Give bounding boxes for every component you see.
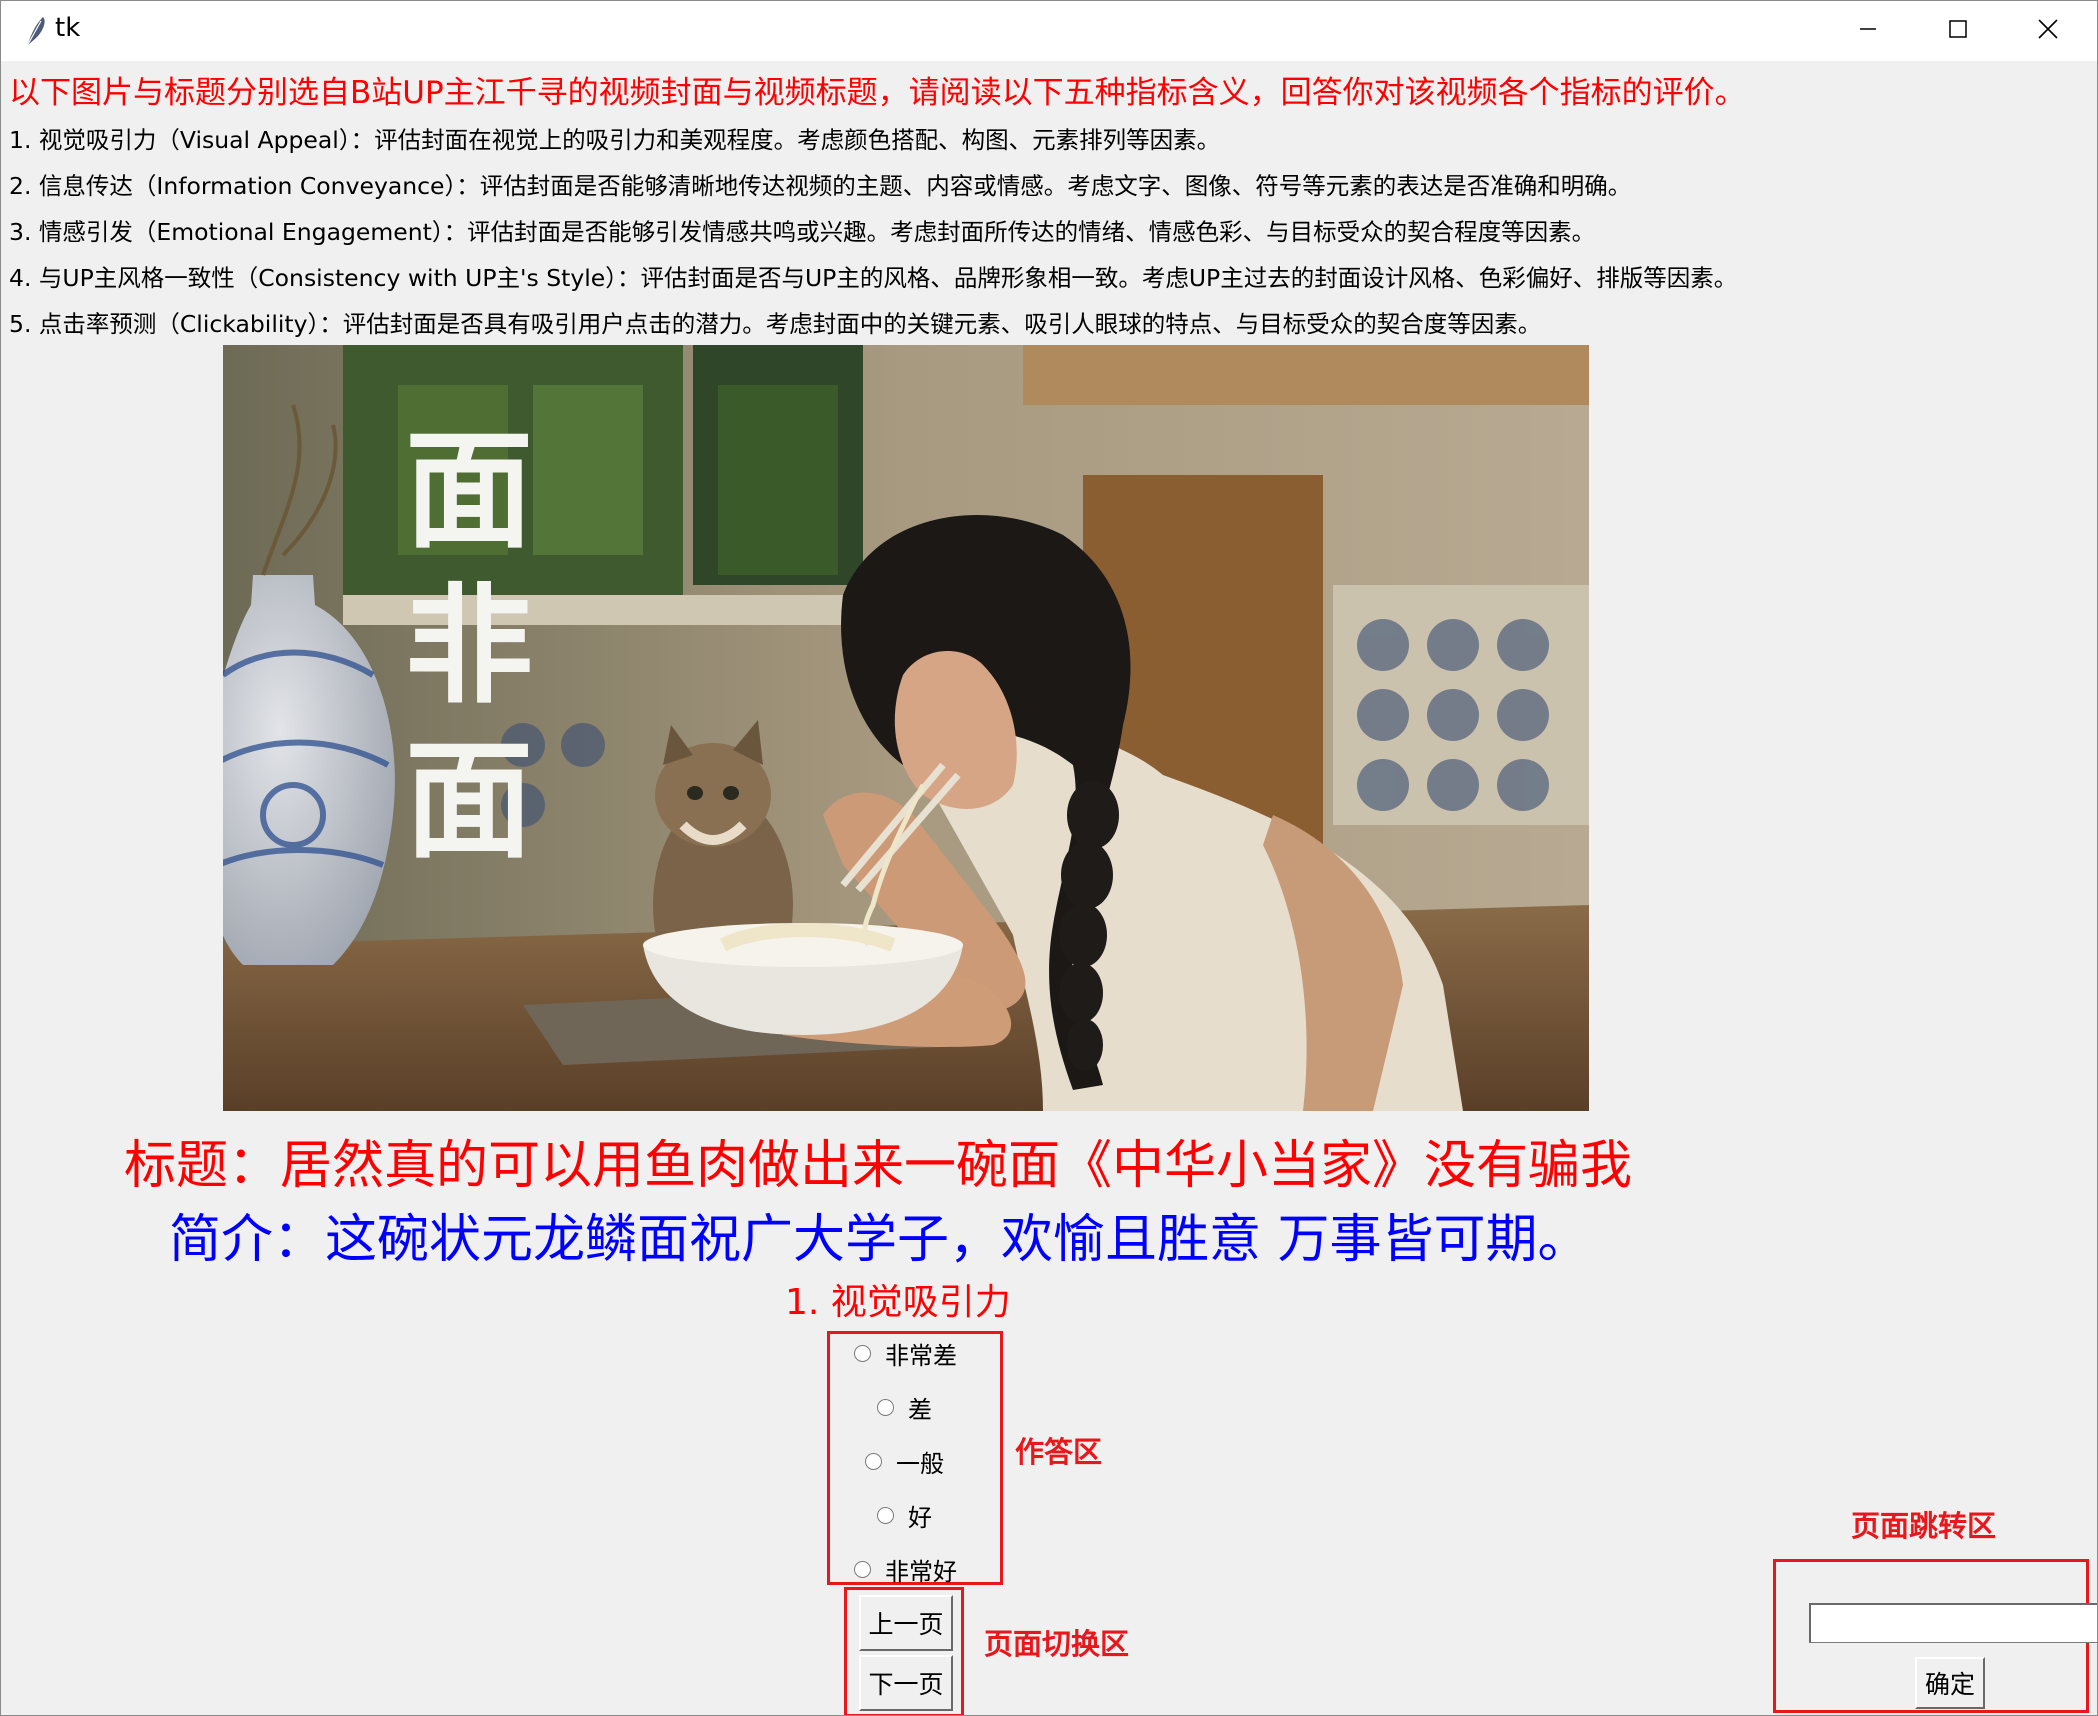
option-good[interactable]: 好 xyxy=(877,1498,932,1533)
option-label: 一般 xyxy=(896,1450,944,1478)
criterion-emotional-engagement: 3. 情感引发（Emotional Engagement）：评估封面是否能够引发… xyxy=(9,218,1596,246)
radio-button[interactable] xyxy=(854,1561,871,1578)
question-label: 1. 视觉吸引力 xyxy=(785,1282,1011,1323)
close-icon xyxy=(2037,18,2059,44)
option-label: 非常差 xyxy=(885,1342,957,1370)
criterion-visual-appeal: 1. 视觉吸引力（Visual Appeal）：评估封面在视觉上的吸引力和美观程… xyxy=(9,126,1221,154)
video-title: 标题：居然真的可以用鱼肉做出来一碗面《中华小当家》没有骗我 xyxy=(124,1136,1633,1196)
option-label: 好 xyxy=(908,1504,932,1532)
video-cover-image: 面 非 面 xyxy=(223,345,1589,1111)
app-window: tk 以下图片与标题分别选自B站UP主江千寻的视频封面与视频标题，请阅读以下五种… xyxy=(0,0,2098,1716)
option-label: 非常好 xyxy=(885,1558,957,1586)
cover-char: 面 xyxy=(405,416,533,566)
option-average[interactable]: 一般 xyxy=(865,1444,944,1479)
next-page-button[interactable]: 下一页 xyxy=(859,1655,953,1711)
option-very-poor[interactable]: 非常差 xyxy=(854,1336,957,1371)
page-jump-input[interactable] xyxy=(1809,1603,2097,1643)
option-poor[interactable]: 差 xyxy=(877,1390,932,1425)
answer-area-annotation: 作答区 xyxy=(1015,1435,1103,1469)
close-button[interactable] xyxy=(2003,1,2093,61)
title-bar[interactable]: tk xyxy=(1,1,2097,61)
window-title: tk xyxy=(55,13,81,43)
page-switch-annotation: 页面切换区 xyxy=(984,1627,1130,1661)
maximize-icon xyxy=(1948,19,1968,43)
minimize-icon xyxy=(1858,19,1878,43)
radio-button[interactable] xyxy=(877,1399,894,1416)
option-label: 差 xyxy=(908,1396,932,1424)
option-very-good[interactable]: 非常好 xyxy=(854,1552,957,1587)
criterion-information-conveyance: 2. 信息传达（Information Conveyance）：评估封面是否能够… xyxy=(9,172,1632,200)
prev-page-button[interactable]: 上一页 xyxy=(859,1595,953,1651)
maximize-button[interactable] xyxy=(1913,1,2003,61)
video-description: 简介：这碗状元龙鳞面祝广大学子，欢愉且胜意 万事皆可期。 xyxy=(169,1210,1590,1270)
radio-button[interactable] xyxy=(854,1345,871,1362)
radio-button[interactable] xyxy=(877,1507,894,1524)
minimize-button[interactable] xyxy=(1823,1,1913,61)
feather-icon xyxy=(21,15,51,47)
page-jump-annotation: 页面跳转区 xyxy=(1851,1509,1997,1543)
confirm-button[interactable]: 确定 xyxy=(1915,1657,1985,1709)
criterion-clickability: 5. 点击率预测（Clickability）：评估封面是否具有吸引用户点击的潜力… xyxy=(9,310,1542,338)
intro-text: 以下图片与标题分别选自B站UP主江千寻的视频封面与视频标题，请阅读以下五种指标含… xyxy=(9,75,1746,111)
cover-char: 面 xyxy=(405,726,533,876)
cover-char: 非 xyxy=(405,571,533,721)
radio-button[interactable] xyxy=(865,1453,882,1470)
criterion-style-consistency: 4. 与UP主风格一致性（Consistency with UP主's Styl… xyxy=(9,264,1738,292)
